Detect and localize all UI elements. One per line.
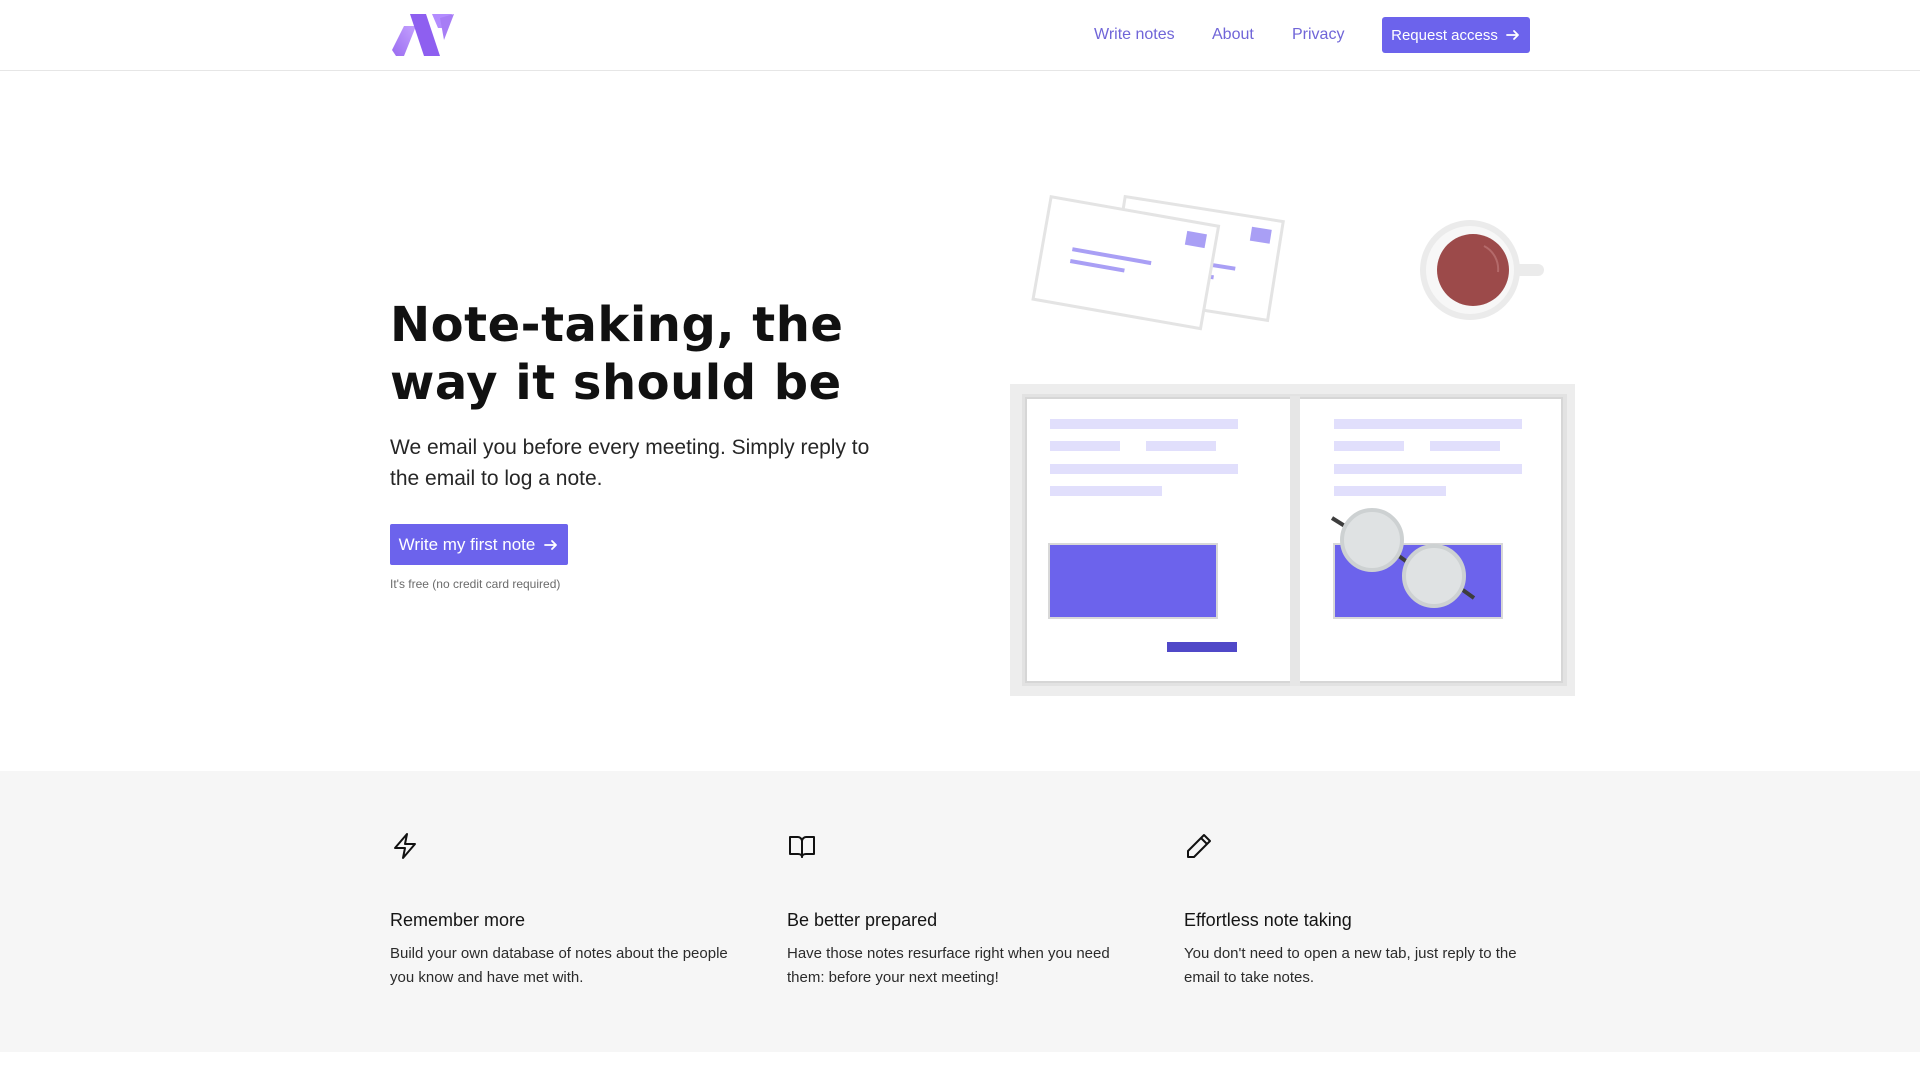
request-access-label: Request access — [1391, 26, 1498, 44]
hero-subtitle: We email you before every meeting. Simpl… — [390, 436, 870, 490]
feature-title: Be better prepared — [787, 910, 938, 930]
book-icon — [789, 836, 815, 858]
hero-illustration — [1010, 194, 1575, 696]
feature-title: Effortless note taking — [1184, 910, 1352, 930]
coffee-cup — [1420, 220, 1544, 320]
arrow-right-icon — [1505, 30, 1519, 40]
features-section: Remember more Build your own database of… — [0, 771, 1920, 1052]
logo[interactable] — [390, 12, 456, 58]
nav-about[interactable]: About — [1212, 26, 1254, 44]
feature-effortless-note-taking: Effortless note taking You don't need to… — [1184, 831, 1544, 990]
site-header: Write notes About Privacy Request access — [0, 0, 1920, 71]
free-note: It's free (no credit card required) — [390, 577, 561, 591]
nav-privacy[interactable]: Privacy — [1292, 26, 1344, 44]
notebook — [1010, 384, 1575, 696]
feature-title: Remember more — [390, 910, 526, 930]
write-first-note-button[interactable]: Write my first note — [390, 524, 568, 565]
feature-description: Have those notes resurface right when yo… — [787, 945, 1110, 986]
hero-title: Note-taking, the way it should be — [390, 297, 844, 411]
feature-be-better-prepared: Be better prepared Have those notes resu… — [787, 831, 1147, 990]
feature-description: Build your own database of notes about t… — [390, 945, 728, 986]
arrow-right-icon — [544, 539, 558, 550]
write-first-note-label: Write my first note — [398, 534, 536, 554]
feature-remember-more: Remember more Build your own database of… — [390, 831, 750, 990]
request-access-button[interactable]: Request access — [1382, 17, 1530, 53]
nav-write-notes[interactable]: Write notes — [1094, 26, 1175, 44]
feature-description: You don't need to open a new tab, just r… — [1184, 945, 1517, 986]
lightning-icon — [394, 833, 416, 859]
pencil-icon — [1187, 834, 1211, 858]
